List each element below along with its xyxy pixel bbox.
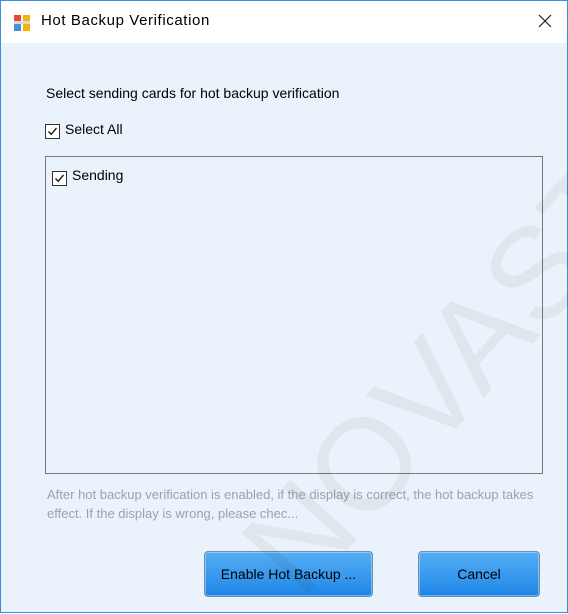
hot-backup-verification-dialog: Hot Backup Verification Select sending c… (0, 0, 568, 614)
select-all-label[interactable]: Select All (65, 121, 123, 137)
enable-hot-backup-button[interactable]: Enable Hot Backup ... (204, 551, 373, 597)
checkmark-icon (54, 174, 65, 183)
sending-card-label[interactable]: Sending (72, 167, 123, 183)
sending-card-checkbox[interactable] (52, 171, 67, 186)
window-title: Hot Backup Verification (41, 12, 210, 29)
hot-backup-note: After hot backup verification is enabled… (47, 487, 534, 521)
close-icon (538, 14, 552, 28)
instruction-text: Select sending cards for hot backup veri… (46, 85, 340, 101)
close-button[interactable] (523, 1, 567, 43)
title-bar[interactable]: Hot Backup Verification (1, 1, 567, 43)
app-window-icon (14, 15, 30, 31)
sending-card-list[interactable]: Sending (45, 156, 543, 474)
select-all-checkbox[interactable] (45, 124, 60, 139)
cancel-button[interactable]: Cancel (418, 551, 540, 597)
dialog-body: Select sending cards for hot backup veri… (1, 43, 567, 612)
checkmark-icon (47, 127, 58, 136)
